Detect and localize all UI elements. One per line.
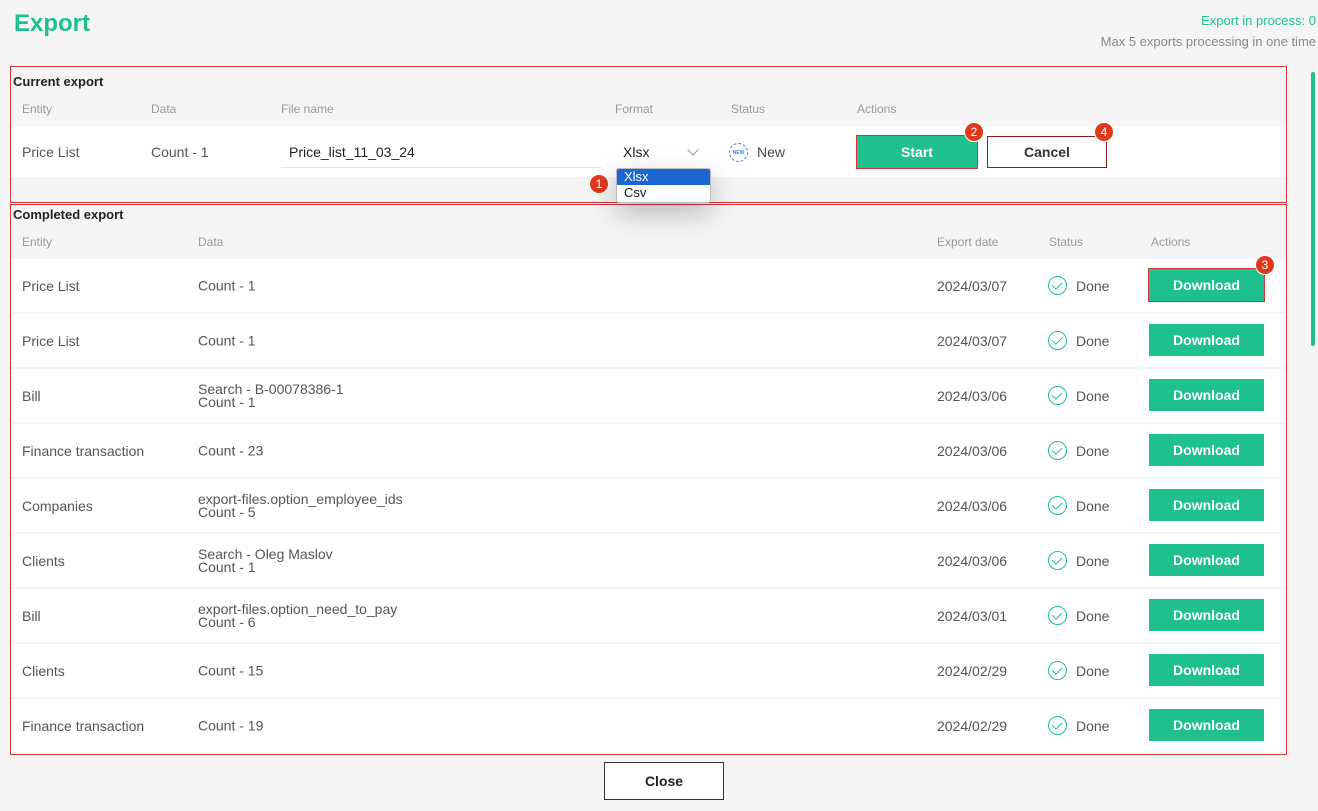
format-option-csv[interactable]: Csv — [617, 185, 710, 201]
table-row: Clients Count - 15 2024/02/29 Done Downl… — [11, 644, 1286, 697]
download-button[interactable]: Download — [1148, 268, 1265, 302]
status-cell: Done — [1076, 607, 1110, 624]
check-circle-icon — [1048, 716, 1067, 735]
data-cell: Count - 1 — [198, 332, 256, 348]
col-status: Status — [731, 102, 766, 116]
page-title: Export — [14, 10, 91, 37]
data-cell: Count - 19 — [198, 717, 264, 733]
format-dropdown: Xlsx Csv — [616, 168, 711, 203]
completed-export-section: Completed export Entity Data Export date… — [10, 204, 1287, 755]
check-circle-icon — [1048, 606, 1067, 625]
status-cell: Done — [1076, 552, 1110, 569]
download-button[interactable]: Download — [1149, 654, 1264, 686]
col-status: Status — [1049, 235, 1084, 249]
check-circle-icon — [1048, 551, 1067, 570]
download-button[interactable]: Download — [1149, 599, 1264, 631]
status-cell: Done — [1076, 387, 1110, 404]
entity-cell: Bill — [22, 387, 41, 404]
file-name-input[interactable]: Price_list_11_03_24 — [281, 136, 601, 168]
table-row: Bill Search - B-00078386-1 Count - 1 2024… — [11, 369, 1286, 422]
entity-cell: Price List — [22, 143, 80, 160]
annotation-badge-4: 4 — [1094, 122, 1114, 142]
date-cell: 2024/02/29 — [937, 662, 1008, 679]
check-circle-icon — [1048, 276, 1067, 295]
check-circle-icon — [1048, 496, 1067, 515]
col-file-name: File name — [281, 102, 334, 116]
table-row: Finance transaction Count - 19 2024/02/2… — [11, 699, 1286, 752]
table-row: Finance transaction Count - 23 2024/03/0… — [11, 424, 1286, 477]
entity-cell: Price List — [22, 277, 80, 294]
current-export-title: Current export — [13, 74, 104, 89]
download-button[interactable]: Download — [1149, 544, 1264, 576]
data-cell: Search - B-00078386-1 Count - 1 — [198, 380, 344, 410]
download-button[interactable]: Download — [1149, 709, 1264, 741]
cancel-button[interactable]: Cancel — [987, 136, 1107, 168]
col-export-date: Export date — [937, 235, 999, 249]
status-cell: Done — [1076, 277, 1110, 294]
download-button[interactable]: Download — [1149, 324, 1264, 356]
date-cell: 2024/03/06 — [937, 552, 1008, 569]
new-status-icon: NEW — [729, 143, 748, 162]
check-circle-icon — [1048, 331, 1067, 350]
format-option-xlsx[interactable]: Xlsx — [617, 169, 710, 185]
entity-cell: Clients — [22, 552, 65, 569]
download-button[interactable]: Download — [1149, 489, 1264, 521]
entity-cell: Finance transaction — [22, 717, 145, 734]
check-circle-icon — [1048, 441, 1067, 460]
check-circle-icon — [1048, 661, 1067, 680]
export-in-process: Export in process: 0 — [1201, 13, 1316, 28]
export-process-info: Export in process: 0 Max 5 exports proce… — [1101, 10, 1316, 52]
table-row: Price List Count - 1 2024/03/07 Done Dow… — [11, 259, 1286, 312]
date-cell: 2024/03/06 — [937, 497, 1008, 514]
status-cell: Done — [1076, 662, 1110, 679]
max-exports-note: Max 5 exports processing in one time — [1100, 34, 1316, 49]
data-cell: Search - Oleg Maslov Count - 1 — [198, 545, 333, 575]
status-cell: Done — [1076, 442, 1110, 459]
table-row: Price List Count - 1 2024/03/07 Done Dow… — [11, 314, 1286, 367]
status-cell: Done — [1076, 332, 1110, 349]
entity-cell: Clients — [22, 662, 65, 679]
download-button[interactable]: Download — [1149, 379, 1264, 411]
check-circle-icon — [1048, 386, 1067, 405]
data-cell: Count - 1 — [151, 143, 209, 160]
data-cell: export-files.option_need_to_pay Count - 6 — [198, 600, 398, 630]
col-format: Format — [615, 102, 654, 116]
col-actions: Actions — [1151, 235, 1191, 249]
vertical-scrollbar[interactable] — [1311, 72, 1315, 346]
date-cell: 2024/03/07 — [937, 332, 1008, 349]
date-cell: 2024/03/06 — [937, 387, 1008, 404]
data-cell: export-files.option_employee_ids Count - … — [198, 490, 403, 520]
status-cell: Done — [1076, 497, 1110, 514]
data-cell: Count - 23 — [198, 442, 264, 458]
start-button[interactable]: Start — [856, 135, 978, 169]
col-data: Data — [151, 102, 177, 116]
date-cell: 2024/03/07 — [937, 277, 1008, 294]
annotation-badge-2: 2 — [964, 122, 984, 142]
status-cell: New — [757, 143, 786, 160]
entity-cell: Finance transaction — [22, 442, 145, 459]
annotation-badge-1: 1 — [589, 174, 609, 194]
table-row: Clients Search - Oleg Maslov Count - 1 20… — [11, 534, 1286, 587]
status-cell: Done — [1076, 717, 1110, 734]
date-cell: 2024/02/29 — [937, 717, 1008, 734]
format-select[interactable]: Xlsx — [615, 136, 701, 168]
col-entity: Entity — [22, 235, 53, 249]
date-cell: 2024/03/06 — [937, 442, 1008, 459]
col-entity: Entity — [22, 102, 53, 116]
col-data: Data — [198, 235, 224, 249]
completed-export-title: Completed export — [13, 207, 124, 222]
entity-cell: Price List — [22, 332, 80, 349]
format-value: Xlsx — [623, 144, 650, 160]
entity-cell: Companies — [22, 497, 93, 514]
col-actions: Actions — [857, 102, 897, 116]
data-cell: Count - 1 — [198, 277, 256, 293]
download-button[interactable]: Download — [1149, 434, 1264, 466]
table-row: Bill export-files.option_need_to_pay Coun… — [11, 589, 1286, 642]
data-cell: Count - 15 — [198, 662, 264, 678]
annotation-badge-3: 3 — [1255, 255, 1275, 275]
close-button[interactable]: Close — [604, 762, 724, 800]
table-row: Companies export-files.option_employee_i… — [11, 479, 1286, 532]
date-cell: 2024/03/01 — [937, 607, 1008, 624]
entity-cell: Bill — [22, 607, 41, 624]
